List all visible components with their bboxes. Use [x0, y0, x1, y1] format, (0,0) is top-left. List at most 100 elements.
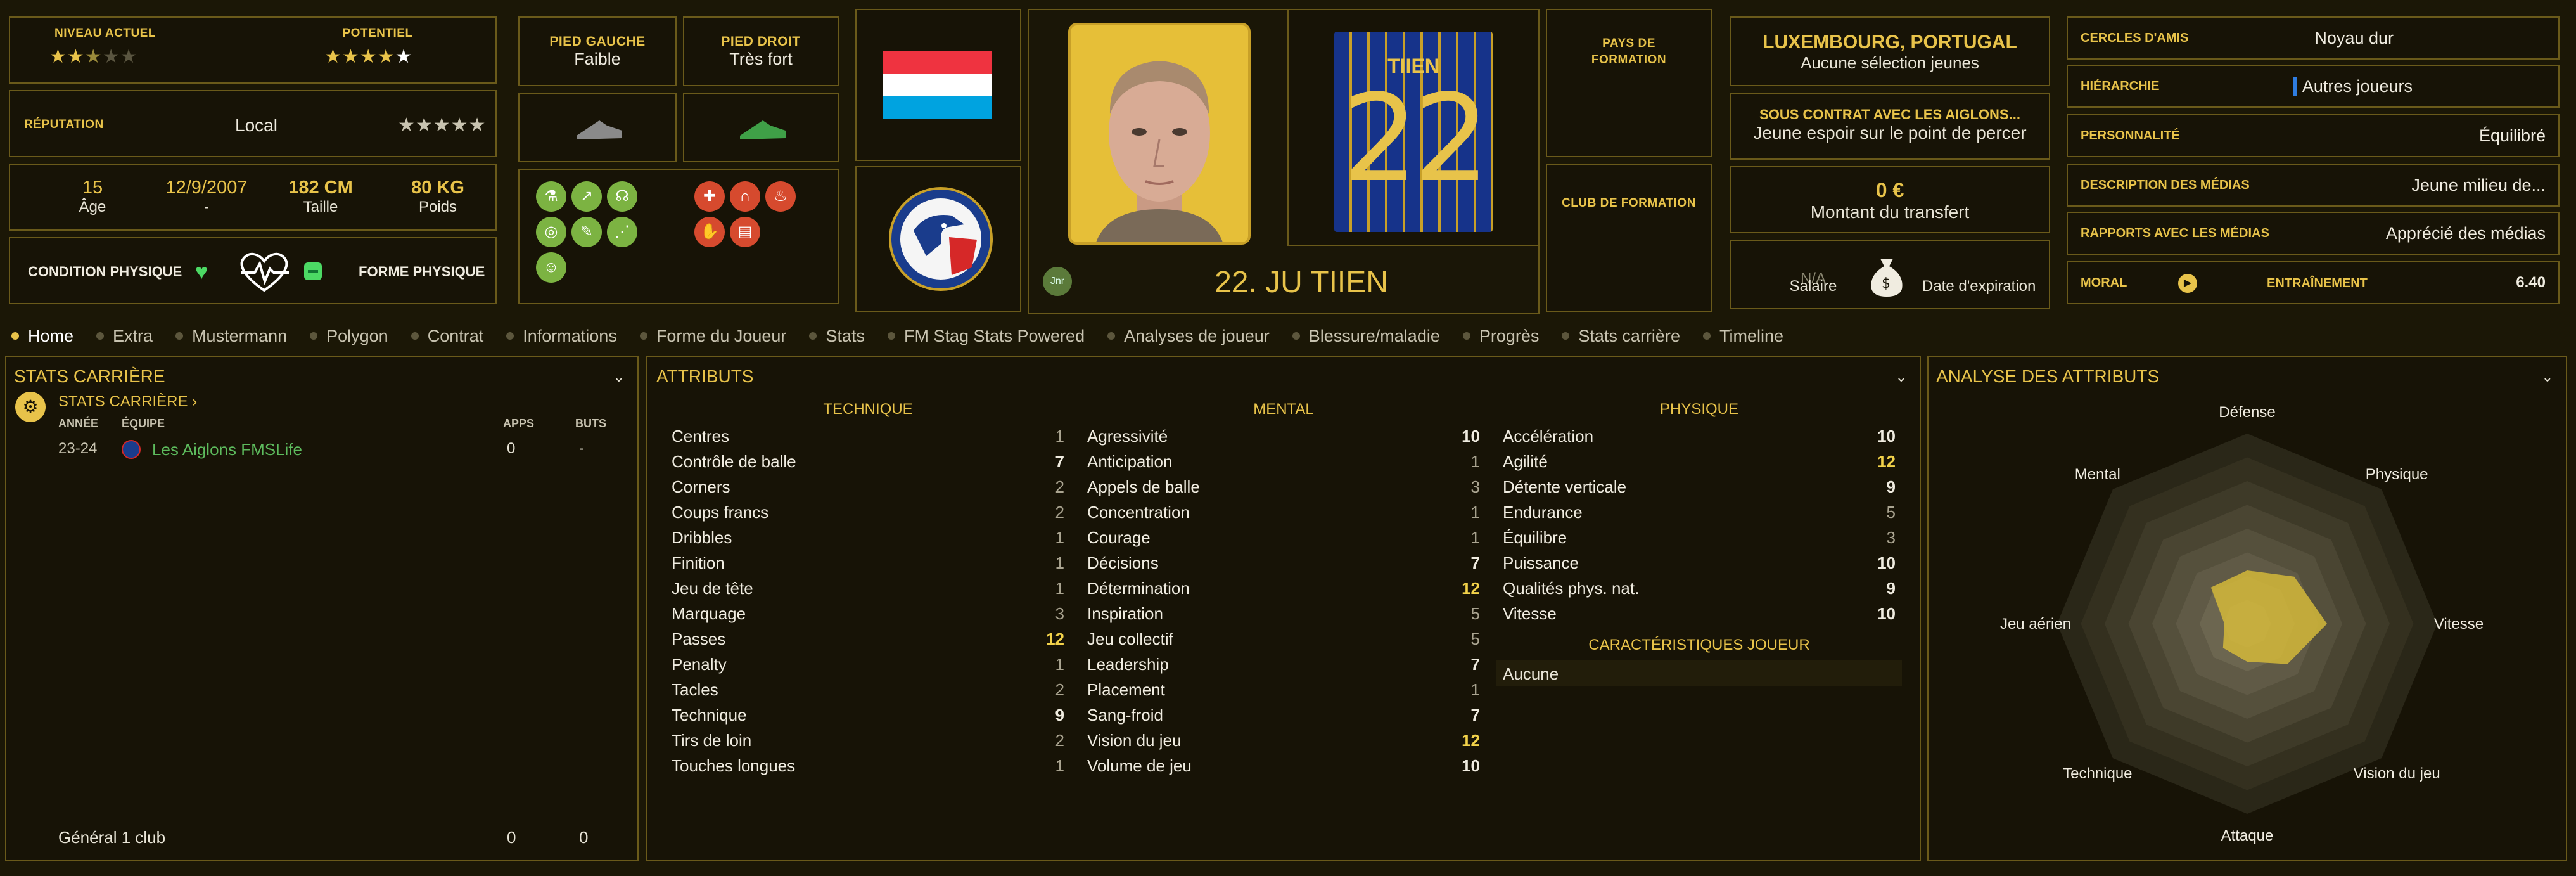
brain-icon[interactable]: ☊ [607, 181, 637, 212]
attribute-value: 1 [1470, 680, 1480, 699]
attribute-row[interactable]: Détermination 12 [1087, 576, 1480, 601]
handshake-icon[interactable]: ✋ [694, 217, 725, 247]
tab-analyses-de-joueur[interactable]: Analyses de joueur [1107, 326, 1270, 346]
attribute-row[interactable]: Jeu collectif 5 [1087, 626, 1480, 652]
attribute-row[interactable]: Anticipation 1 [1087, 449, 1480, 474]
age-value: 15 [82, 177, 103, 198]
attribute-row[interactable]: Jeu de tête 1 [672, 576, 1064, 601]
attribute-row[interactable]: Sang-froid 7 [1087, 702, 1480, 728]
attribute-row[interactable]: Courage 1 [1087, 525, 1480, 550]
document-icon[interactable]: ▤ [730, 217, 760, 247]
attribute-row[interactable]: Puissance 10 [1503, 550, 1896, 576]
attribute-row[interactable]: Concentration 1 [1087, 499, 1480, 525]
attribute-row[interactable]: Vision du jeu 12 [1087, 728, 1480, 753]
chevron-down-icon[interactable]: ⌄ [613, 369, 625, 385]
career-stats-link[interactable]: STATS CARRIÈRE › [58, 393, 197, 411]
network-icon[interactable]: ⋰ [607, 217, 637, 247]
attribute-value: 1 [1055, 654, 1064, 674]
attribute-row[interactable]: Inspiration 5 [1087, 601, 1480, 626]
career-stats-panel: STATS CARRIÈRE ⌄ ⚙ STATS CARRIÈRE › ANNÉ… [5, 356, 639, 861]
flask-icon[interactable]: ⚗ [536, 181, 566, 212]
attribute-row[interactable]: Tirs de loin 2 [672, 728, 1064, 753]
training-value: 6.40 [2516, 274, 2546, 291]
morale-row[interactable]: MORAL ▶ ENTRAÎNEMENT 6.40 [2067, 261, 2560, 304]
attribute-row[interactable]: Technique 9 [672, 702, 1064, 728]
attribute-row[interactable]: Équilibre 3 [1503, 525, 1896, 550]
attribute-row[interactable]: Coups francs 2 [672, 499, 1064, 525]
career-team[interactable]: Les Aiglons FMSLife [152, 440, 302, 460]
target-icon[interactable]: ◎ [536, 217, 566, 247]
tab-blessure-maladie[interactable]: Blessure/maladie [1292, 326, 1440, 346]
tab-timeline[interactable]: Timeline [1702, 326, 1783, 346]
attribute-name: Dribbles [672, 527, 732, 547]
tab-fm-stag-stats-powered[interactable]: FM Stag Stats Powered [887, 326, 1085, 346]
attribute-row[interactable]: Leadership 7 [1087, 652, 1480, 677]
hierarchy-value: Autres joueurs [2293, 76, 2413, 96]
attribute-row[interactable]: Accélération 10 [1503, 423, 1896, 449]
personality-row[interactable]: PERSONNALITÉ Équilibré [2067, 114, 2560, 157]
attribute-name: Marquage [672, 603, 746, 623]
media-description-row[interactable]: DESCRIPTION DES MÉDIAS Jeune milieu de... [2067, 164, 2560, 207]
attribute-row[interactable]: Centres 1 [672, 423, 1064, 449]
junior-badge: Jnr [1043, 267, 1072, 296]
attribute-analysis-panel: ANALYSE DES ATTRIBUTS ⌄ Défense Physique V… [1927, 356, 2567, 861]
attribute-row[interactable]: Passes 12 [672, 626, 1064, 652]
attribute-name: Finition [672, 553, 725, 572]
attribute-row[interactable]: Marquage 3 [672, 601, 1064, 626]
tab-extra[interactable]: Extra [96, 326, 153, 346]
attribute-row[interactable]: Détente verticale 9 [1503, 474, 1896, 499]
tab-stats[interactable]: Stats [809, 326, 865, 346]
attribute-name: Leadership [1087, 654, 1169, 674]
tab-contrat[interactable]: Contrat [411, 326, 483, 346]
tab-forme-du-joueur[interactable]: Forme du Joueur [639, 326, 786, 346]
attribute-row[interactable]: Penalty 1 [672, 652, 1064, 677]
attribute-row[interactable]: Endurance 5 [1503, 499, 1896, 525]
friends-circle-row[interactable]: CERCLES D'AMIS Noyau dur [2067, 16, 2560, 60]
wrench-icon[interactable]: ✎ [571, 217, 602, 247]
attribute-row[interactable]: Qualités phys. nat. 9 [1503, 576, 1896, 601]
chevron-down-icon[interactable]: ⌄ [2542, 369, 2553, 385]
attribute-row[interactable]: Décisions 7 [1087, 550, 1480, 576]
stethoscope-icon[interactable]: ∩ [730, 181, 760, 212]
attribute-name: Contrôle de balle [672, 451, 796, 471]
attribute-row[interactable]: Dribbles 1 [672, 525, 1064, 550]
table-row[interactable]: 23-24 Les Aiglons FMSLife 0 - [6, 436, 637, 461]
foot-icon[interactable]: ♨ [765, 181, 796, 212]
left-boot-panel [518, 93, 677, 162]
bandage-icon[interactable]: ✚ [694, 181, 725, 212]
tab-stats-carri-re[interactable]: Stats carrière [1562, 326, 1680, 346]
attribute-row[interactable]: Tacles 2 [672, 677, 1064, 702]
tab-mustermann[interactable]: Mustermann [175, 326, 287, 346]
head-icon[interactable]: ☺ [536, 252, 566, 283]
attribute-value: 12 [1877, 451, 1896, 471]
attribute-row[interactable]: Agilité 12 [1503, 449, 1896, 474]
attribute-value: 9 [1886, 477, 1896, 496]
attribute-row[interactable]: Finition 1 [672, 550, 1064, 576]
right-foot-value: Très fort [729, 49, 793, 68]
tab-polygon[interactable]: Polygon [310, 326, 388, 346]
attribute-row[interactable]: Agressivité 10 [1087, 423, 1480, 449]
tab-informations[interactable]: Informations [506, 326, 617, 346]
left-foot-panel: PIED GAUCHE Faible [518, 16, 677, 86]
trend-up-icon[interactable]: ↗ [571, 181, 602, 212]
hierarchy-row[interactable]: HIÉRARCHIE Autres joueurs [2067, 65, 2560, 108]
attribute-row[interactable]: Vitesse 10 [1503, 601, 1896, 626]
chevron-down-icon[interactable]: ⌄ [1896, 369, 1907, 385]
attribute-row[interactable]: Contrôle de balle 7 [672, 449, 1064, 474]
attribute-value: 1 [1470, 451, 1480, 471]
luxembourg-flag[interactable] [883, 51, 992, 119]
tab-label: Timeline [1719, 326, 1783, 345]
tab-progr-s[interactable]: Progrès [1462, 326, 1539, 346]
tab-label: Polygon [326, 326, 388, 345]
attribute-row[interactable]: Placement 1 [1087, 677, 1480, 702]
club-crest-icon[interactable] [888, 186, 993, 292]
attribute-row[interactable]: Touches longues 1 [672, 753, 1064, 778]
attributes-title: ATTRIBUTS [656, 366, 754, 386]
tab-home[interactable]: Home [11, 326, 73, 346]
media-relations-row[interactable]: RAPPORTS AVEC LES MÉDIAS Apprécié des méd… [2067, 212, 2560, 255]
attribute-row[interactable]: Corners 2 [672, 474, 1064, 499]
career-goals: - [579, 440, 584, 457]
attribute-value: 2 [1055, 680, 1064, 699]
attribute-row[interactable]: Appels de balle 3 [1087, 474, 1480, 499]
attribute-row[interactable]: Volume de jeu 10 [1087, 753, 1480, 778]
